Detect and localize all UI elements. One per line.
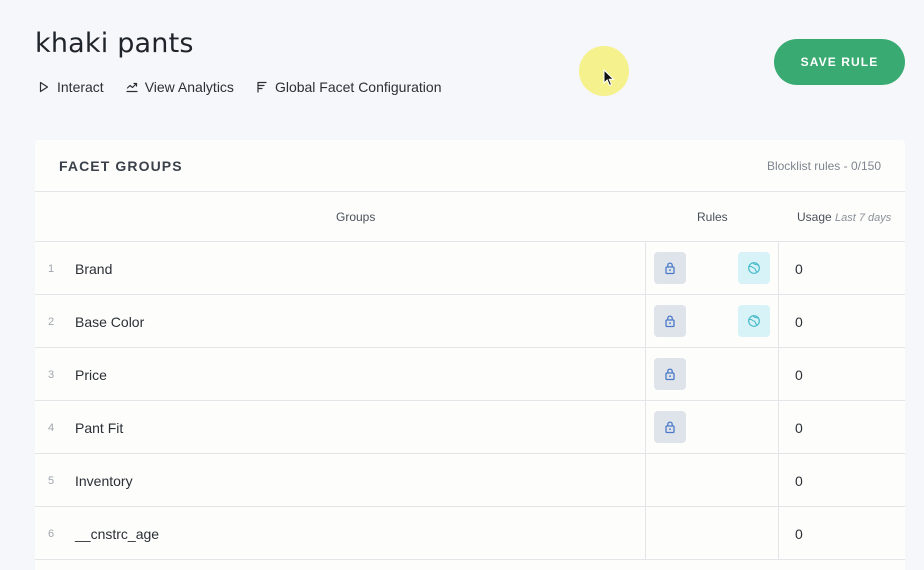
blocklist-rules-count: Blocklist rules - 0/150 [766, 158, 881, 173]
table-row[interactable]: 3 Price 0 [35, 348, 905, 401]
usage-column-header: Usage Last 7 days [797, 210, 891, 224]
facet-group-name: __cnstrc_age [75, 526, 160, 542]
page-title: khaki pants [35, 28, 194, 59]
view-analytics-label: View Analytics [144, 79, 234, 95]
lock-icon [663, 261, 677, 275]
lock-rule-button[interactable] [654, 358, 686, 390]
column-divider [645, 242, 646, 294]
interact-link[interactable]: Interact [38, 79, 104, 95]
lock-rule-button[interactable] [654, 252, 686, 284]
usage-value: 0 [795, 526, 803, 542]
play-icon [38, 81, 50, 93]
column-divider [645, 401, 646, 453]
groups-column-header: Groups [336, 210, 376, 224]
facet-groups-card: FACET GROUPS Blocklist rules - 0/150 Gro… [35, 140, 905, 570]
column-divider [778, 295, 779, 347]
interact-label: Interact [57, 79, 104, 95]
global-facet-configuration-label: Global Facet Configuration [274, 79, 442, 95]
table-header: Groups Rules Usage Last 7 days [35, 192, 905, 242]
rules-column-header: Rules [697, 210, 728, 224]
globe-icon [747, 314, 761, 328]
table-row[interactable]: 5 Inventory 0 [35, 454, 905, 507]
usage-label: Usage [797, 210, 832, 224]
column-divider [778, 242, 779, 294]
row-index: 5 [48, 475, 55, 487]
column-divider [778, 507, 779, 559]
column-divider [778, 401, 779, 453]
table-row[interactable]: 2 Base Color 0 [35, 295, 905, 348]
global-facet-configuration-link[interactable]: Global Facet Configuration [256, 79, 442, 95]
row-index: 4 [48, 422, 55, 434]
facet-group-name: Price [75, 367, 107, 383]
globe-icon [747, 261, 761, 275]
facet-group-name: Brand [75, 261, 113, 277]
global-rule-button[interactable] [738, 305, 770, 337]
column-divider [778, 454, 779, 506]
action-bar: Interact View Analytics Global Facet Con… [38, 79, 463, 95]
usage-value: 0 [795, 473, 803, 489]
facet-group-name: Inventory [75, 473, 133, 489]
column-divider [645, 454, 646, 506]
table-body: 1 Brand 0 2 Base Color 0 3 Price 0 4 Pan… [35, 242, 905, 560]
usage-value: 0 [795, 314, 803, 330]
lock-icon [663, 314, 677, 328]
column-divider [645, 295, 646, 347]
row-index: 6 [48, 528, 55, 540]
lock-rule-button[interactable] [654, 305, 686, 337]
row-index: 3 [48, 369, 55, 381]
analytics-icon [126, 81, 138, 93]
usage-value: 0 [795, 261, 803, 277]
page: khaki pants Interact View Analytics Glob… [0, 0, 924, 570]
save-rule-button[interactable]: SAVE RULE [774, 39, 905, 85]
card-header: FACET GROUPS Blocklist rules - 0/150 [35, 140, 905, 192]
row-index: 1 [48, 263, 55, 275]
facet-group-name: Pant Fit [75, 420, 124, 436]
column-divider [778, 348, 779, 400]
column-divider [645, 348, 646, 400]
lock-rule-button[interactable] [654, 411, 686, 443]
lock-icon [663, 420, 677, 434]
usage-value: 0 [795, 367, 803, 383]
table-row[interactable]: 4 Pant Fit 0 [35, 401, 905, 454]
card-title: FACET GROUPS [59, 157, 183, 174]
row-index: 2 [48, 316, 55, 328]
column-divider [645, 507, 646, 559]
table-row[interactable]: 6 __cnstrc_age 0 [35, 507, 905, 560]
view-analytics-link[interactable]: View Analytics [126, 79, 234, 95]
usage-period: Last 7 days [835, 212, 892, 224]
lock-icon [663, 367, 677, 381]
table-row[interactable]: 1 Brand 0 [35, 242, 905, 295]
facet-group-name: Base Color [75, 314, 145, 330]
global-rule-button[interactable] [738, 252, 770, 284]
usage-value: 0 [795, 420, 803, 436]
mouse-cursor-icon [603, 69, 615, 87]
filter-icon [256, 81, 268, 93]
